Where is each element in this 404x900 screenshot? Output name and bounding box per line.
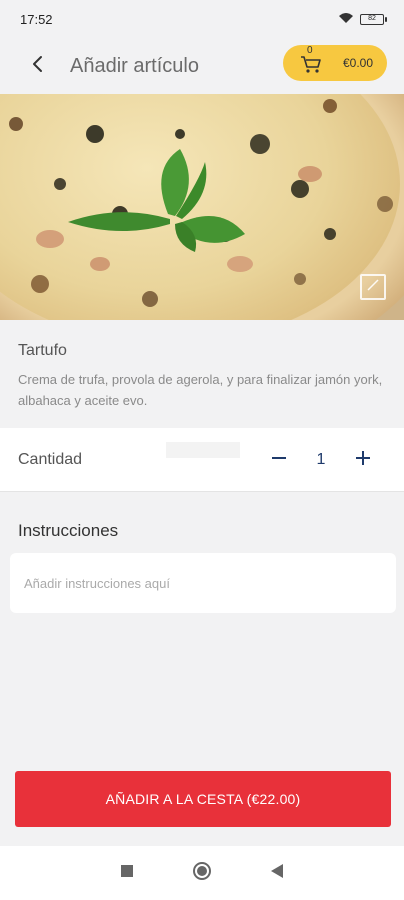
increase-quantity-button[interactable]	[346, 443, 380, 477]
chevron-left-icon	[32, 55, 44, 78]
wifi-icon	[338, 12, 354, 27]
recents-button[interactable]	[115, 861, 139, 885]
cart-icon-wrap: 0	[299, 45, 323, 75]
product-info: Tartufo Crema de trufa, provola de agero…	[0, 320, 404, 428]
add-to-basket-button[interactable]: AÑADIR A LA CESTA (€22.00)	[15, 771, 391, 827]
quantity-row: Cantidad 1	[0, 428, 404, 492]
circle-icon	[192, 861, 212, 886]
placeholder-block	[166, 442, 240, 458]
quantity-label: Cantidad	[18, 450, 83, 468]
quantity-value: 1	[316, 451, 326, 468]
instructions-title: Instrucciones	[18, 521, 119, 540]
plus-icon	[354, 449, 372, 472]
instructions-input[interactable]	[10, 553, 396, 613]
back-button[interactable]	[22, 50, 54, 82]
product-name: Tartufo	[18, 342, 67, 359]
status-bar: 17:52 82	[0, 0, 404, 38]
app-header: Añadir artículo 0 €0.00	[0, 38, 404, 94]
cart-icon	[299, 56, 323, 79]
quantity-stepper: 1	[262, 428, 380, 492]
product-image	[0, 94, 404, 320]
square-icon	[120, 864, 134, 883]
home-button[interactable]	[190, 861, 214, 885]
decrease-quantity-button[interactable]	[262, 443, 296, 477]
cart-count: 0	[307, 45, 313, 56]
page-title: Añadir artículo	[70, 54, 199, 77]
status-time: 17:52	[20, 11, 53, 27]
triangle-back-icon	[270, 863, 284, 884]
cart-total: €0.00	[342, 56, 373, 70]
product-description: Crema de trufa, provola de agerola, y pa…	[18, 372, 383, 408]
cart-button[interactable]: 0 €0.00	[283, 45, 387, 81]
expand-icon	[366, 278, 380, 297]
back-nav-button[interactable]	[265, 861, 289, 885]
pizza-photo	[0, 94, 404, 320]
battery-icon: 82	[360, 13, 387, 25]
minus-icon	[270, 449, 288, 472]
status-icons: 82	[338, 12, 387, 27]
system-nav-bar	[0, 846, 404, 900]
expand-image-button[interactable]	[360, 274, 386, 300]
